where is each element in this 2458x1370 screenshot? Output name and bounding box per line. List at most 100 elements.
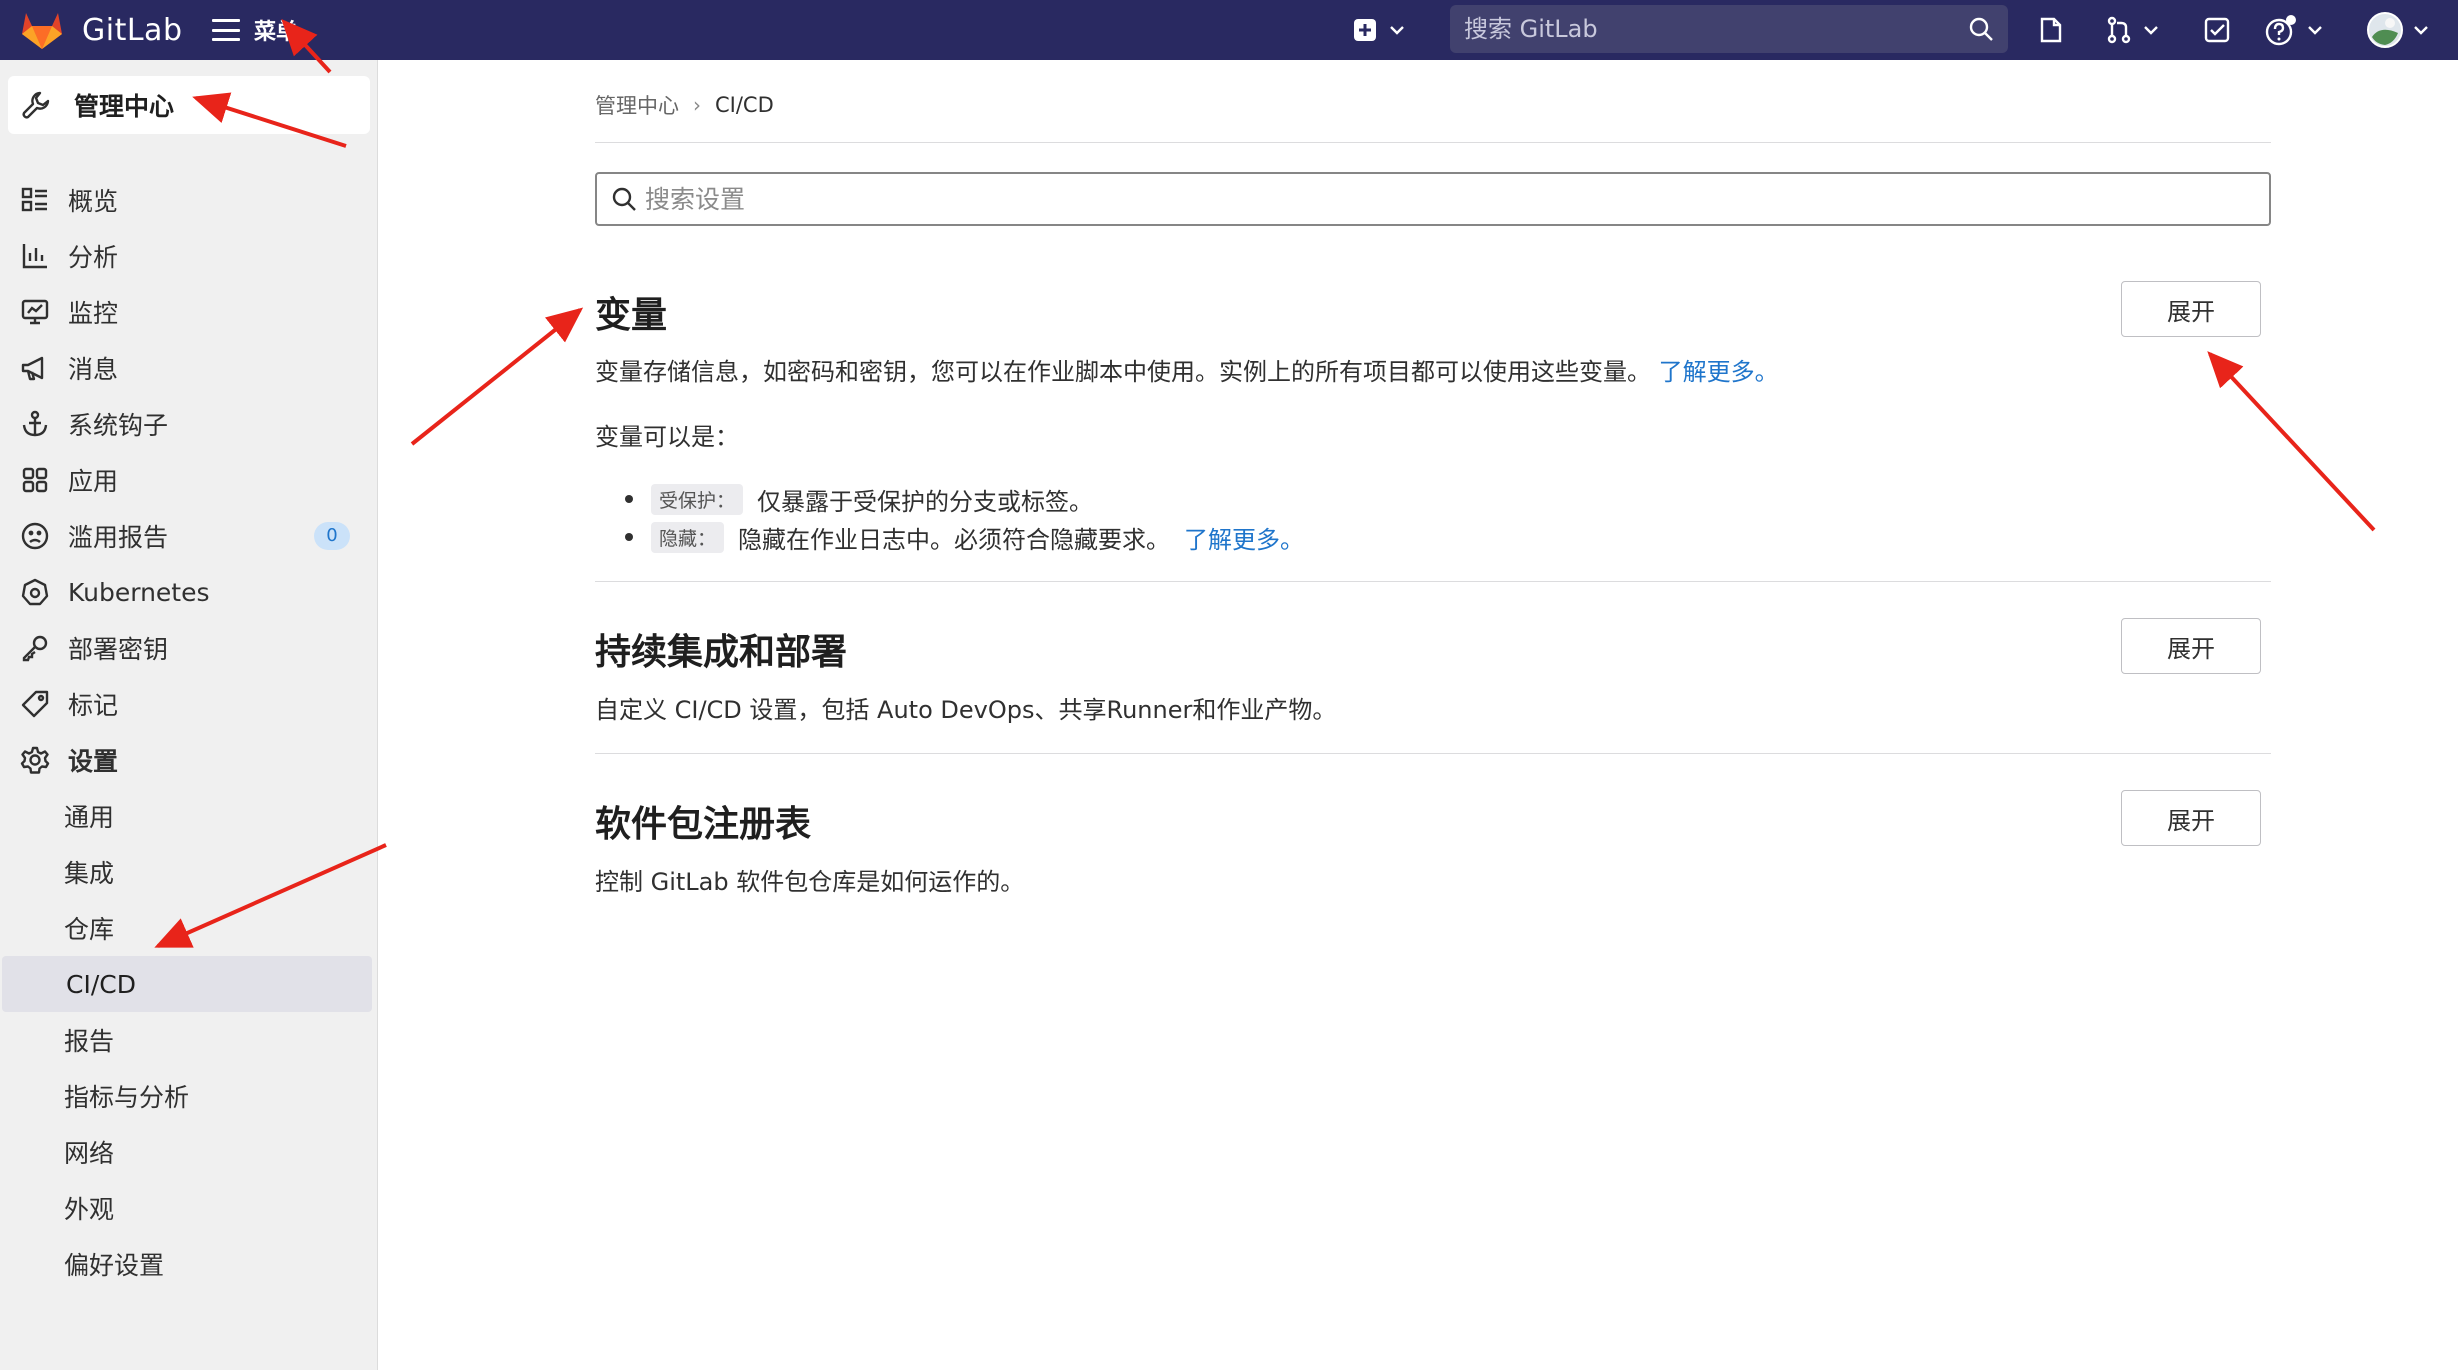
sidebar-item-label: 部署密钥 bbox=[68, 635, 169, 664]
plus-square-icon bbox=[1354, 19, 1376, 41]
megaphone-icon bbox=[21, 356, 44, 381]
sidebar-item-label: 消息 bbox=[68, 355, 119, 384]
section-desc-cicd: 自定义 CI/CD 设置，包括 Auto DevOps、共享Runner和作业产… bbox=[595, 696, 1337, 724]
settings-sub-reporting[interactable]: 报告 bbox=[0, 1012, 378, 1068]
avatar bbox=[2367, 12, 2403, 48]
todo-check-icon bbox=[2204, 17, 2230, 43]
sidebar-item-label: 监控 bbox=[68, 299, 119, 328]
sidebar-item-label: Kubernetes bbox=[68, 577, 210, 607]
divider bbox=[595, 581, 2271, 582]
anchor-icon bbox=[22, 410, 48, 437]
sidebar-item-label: 标记 bbox=[68, 691, 119, 720]
settings-sub-metrics[interactable]: 指标与分析 bbox=[0, 1068, 378, 1124]
user-menu-dropdown[interactable] bbox=[2366, 12, 2430, 48]
chevron-down-icon bbox=[1390, 26, 1404, 35]
help-icon bbox=[2265, 15, 2296, 46]
gear-icon bbox=[20, 746, 50, 774]
count-badge: 0 bbox=[314, 522, 350, 550]
sidebar-item-system-hooks[interactable]: 系统钩子 bbox=[0, 396, 378, 452]
sidebar-item-analytics[interactable]: 分析 bbox=[0, 228, 378, 284]
tag-icon bbox=[21, 690, 49, 718]
list-item: 受保护： 仅暴露于受保护的分支或标签。 bbox=[625, 480, 1304, 518]
section-desc-package-registry: 控制 GitLab 软件包仓库是如何运作的。 bbox=[595, 868, 1025, 896]
main-content: 管理中心 › CI/CD 变量 展开 变量存储信息，如密码和密钥，您可以在作业脚… bbox=[379, 60, 2458, 1370]
monitor-icon bbox=[21, 299, 49, 325]
variables-subheading: 变量可以是： bbox=[595, 423, 739, 451]
gitlab-home-link[interactable]: GitLab bbox=[20, 0, 183, 60]
todos-button[interactable] bbox=[2202, 12, 2232, 48]
learn-more-link[interactable]: 了解更多。 bbox=[1659, 358, 1779, 386]
settings-sub-cicd[interactable]: CI/CD bbox=[2, 956, 372, 1012]
sidebar-item-settings[interactable]: 设置 bbox=[0, 732, 378, 788]
section-desc-variables: 变量存储信息，如密码和密钥，您可以在作业脚本中使用。实例上的所有项目都可以使用这… bbox=[595, 352, 1779, 387]
chevron-down-icon bbox=[2414, 26, 2428, 35]
expand-cicd-button[interactable]: 展开 bbox=[2121, 618, 2261, 674]
settings-sub-integrations[interactable]: 集成 bbox=[0, 844, 378, 900]
sidebar-item-label: 设置 bbox=[68, 747, 119, 776]
sidebar-item-abuse-reports[interactable]: 滥用报告 0 bbox=[0, 508, 378, 564]
breadcrumb-current[interactable]: CI/CD bbox=[715, 93, 774, 117]
wrench-icon bbox=[22, 91, 50, 119]
sidebar-item-deploy-keys[interactable]: 部署密钥 bbox=[0, 620, 378, 676]
expand-variables-button[interactable]: 展开 bbox=[2121, 281, 2261, 337]
sidebar-item-monitoring[interactable]: 监控 bbox=[0, 284, 378, 340]
kubernetes-icon bbox=[21, 578, 49, 606]
sidebar-item-messages[interactable]: 消息 bbox=[0, 340, 378, 396]
gitlab-logo-icon bbox=[22, 13, 62, 49]
hamburger-icon bbox=[212, 19, 240, 41]
sidebar-item-label: 系统钩子 bbox=[68, 411, 169, 440]
settings-sub-appearance[interactable]: 外观 bbox=[0, 1180, 378, 1236]
learn-more-link[interactable]: 了解更多。 bbox=[1184, 520, 1304, 555]
key-icon bbox=[22, 635, 48, 662]
chevron-down-icon bbox=[2308, 26, 2322, 35]
issues-icon bbox=[2040, 17, 2062, 43]
chevron-right-icon: › bbox=[693, 93, 701, 117]
settings-search-input[interactable] bbox=[645, 184, 2145, 214]
search-icon bbox=[1969, 17, 1993, 41]
settings-sub-network[interactable]: 网络 bbox=[0, 1124, 378, 1180]
desc-text: 变量存储信息，如密码和密钥，您可以在作业脚本中使用。实例上的所有项目都可以使用这… bbox=[595, 358, 1651, 386]
sidebar-item-label: 应用 bbox=[68, 467, 119, 496]
grid-list-icon bbox=[21, 187, 47, 212]
settings-sub-preferences[interactable]: 偏好设置 bbox=[0, 1236, 378, 1292]
new-item-dropdown[interactable] bbox=[1352, 12, 1406, 48]
divider bbox=[595, 142, 2271, 143]
apps-icon bbox=[22, 467, 48, 493]
brand-name: GitLab bbox=[82, 12, 183, 48]
expand-package-registry-button[interactable]: 展开 bbox=[2121, 790, 2261, 846]
sidebar-header-admin[interactable]: 管理中心 bbox=[8, 76, 370, 134]
breadcrumb-parent[interactable]: 管理中心 bbox=[595, 90, 679, 120]
sidebar-header-label: 管理中心 bbox=[74, 92, 175, 121]
breadcrumb: 管理中心 › CI/CD bbox=[595, 90, 774, 120]
menu-button[interactable]: 菜单 bbox=[212, 0, 298, 60]
sidebar-item-label: 分析 bbox=[68, 243, 119, 272]
bullet-dot bbox=[625, 533, 633, 541]
section-title-variables: 变量 bbox=[595, 295, 668, 336]
section-title-cicd: 持续集成和部署 bbox=[595, 632, 848, 673]
chevron-down-icon bbox=[2144, 26, 2158, 35]
global-search[interactable] bbox=[1450, 5, 2008, 53]
list-item: 隐藏： 隐藏在作业日志中。必须符合隐藏要求。 了解更多。 bbox=[625, 518, 1304, 556]
menu-label: 菜单 bbox=[254, 20, 299, 45]
sidebar-item-label: 概览 bbox=[68, 187, 119, 216]
merge-requests-dropdown[interactable] bbox=[2104, 12, 2160, 48]
section-title-package-registry: 软件包注册表 bbox=[595, 804, 812, 845]
sidebar-item-kubernetes[interactable]: Kubernetes bbox=[0, 564, 378, 620]
sidebar-item-labels[interactable]: 标记 bbox=[0, 676, 378, 732]
bullet-text: 隐藏在作业日志中。必须符合隐藏要求。 bbox=[738, 525, 1171, 554]
sidebar-item-label: 滥用报告 bbox=[68, 523, 169, 552]
global-search-input[interactable] bbox=[1464, 15, 1944, 43]
top-navbar: GitLab 菜单 bbox=[0, 0, 2458, 60]
settings-sub-general[interactable]: 通用 bbox=[0, 788, 378, 844]
sidebar-item-applications[interactable]: 应用 bbox=[0, 452, 378, 508]
search-icon bbox=[612, 187, 636, 211]
code-masked: 隐藏： bbox=[651, 521, 725, 553]
sidebar-item-overview[interactable]: 概览 bbox=[0, 172, 378, 228]
settings-search[interactable] bbox=[595, 172, 2271, 226]
help-dropdown[interactable] bbox=[2264, 12, 2324, 48]
abuse-icon bbox=[21, 522, 49, 550]
merge-request-icon bbox=[2107, 16, 2131, 44]
bullet-dot bbox=[625, 495, 633, 503]
issues-button[interactable] bbox=[2036, 12, 2066, 48]
settings-sub-repository[interactable]: 仓库 bbox=[0, 900, 378, 956]
